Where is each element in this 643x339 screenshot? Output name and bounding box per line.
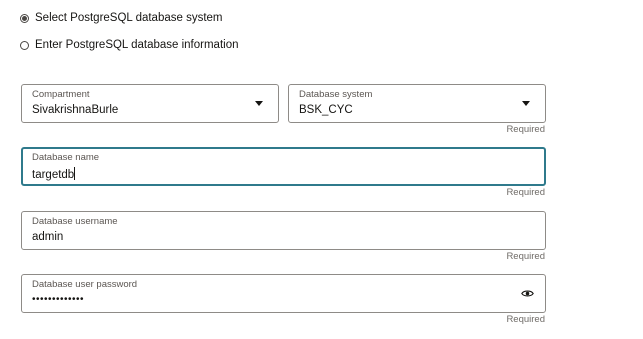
radio-select-label: Select PostgreSQL database system (35, 12, 223, 24)
database-username-field[interactable]: Database username admin (21, 211, 546, 250)
eye-icon[interactable] (521, 287, 534, 300)
database-password-label: Database user password (32, 279, 138, 290)
database-username-required: Required (506, 251, 545, 262)
radio-select-database-system[interactable]: Select PostgreSQL database system (20, 12, 223, 24)
database-username-label: Database username (32, 216, 118, 227)
database-system-label: Database system (299, 89, 373, 100)
radio-enter-database-info[interactable]: Enter PostgreSQL database information (20, 39, 239, 51)
database-system-required: Required (506, 124, 545, 135)
database-password-field[interactable]: Database user password ••••••••••••• (21, 274, 546, 313)
chevron-down-icon[interactable] (255, 101, 263, 106)
database-name-field[interactable]: Database name targetdb (21, 147, 546, 186)
compartment-select[interactable]: Compartment SivakrishnaBurle (21, 84, 279, 123)
database-name-text: targetdb (32, 169, 75, 181)
radio-selected-icon[interactable] (20, 13, 29, 23)
database-system-value: BSK_CYC (299, 104, 353, 116)
database-password-required: Required (506, 314, 545, 325)
database-username-value[interactable]: admin (32, 231, 63, 243)
database-password-value[interactable]: ••••••••••••• (32, 294, 84, 305)
radio-enter-label: Enter PostgreSQL database information (35, 39, 239, 51)
database-name-label: Database name (32, 152, 100, 163)
database-name-required: Required (506, 187, 545, 198)
compartment-value: SivakrishnaBurle (32, 104, 119, 116)
chevron-down-icon[interactable] (522, 101, 530, 106)
database-system-select[interactable]: Database system BSK_CYC (288, 84, 546, 123)
compartment-label: Compartment (32, 89, 90, 100)
radio-unselected-icon[interactable] (20, 40, 29, 50)
database-name-value[interactable]: targetdb (32, 167, 76, 181)
text-caret (74, 167, 76, 180)
